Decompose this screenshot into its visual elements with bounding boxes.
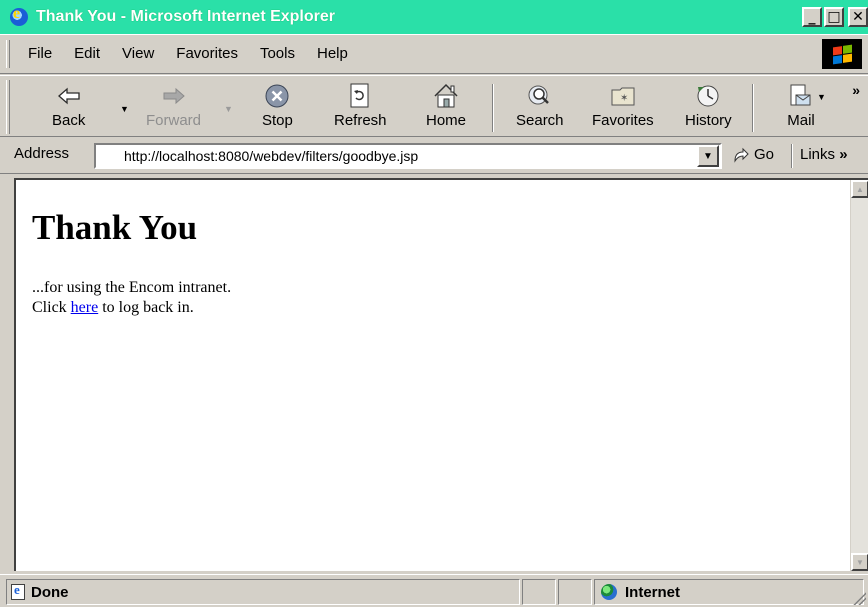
go-arrow-icon — [734, 147, 749, 163]
menu-view[interactable]: View — [111, 45, 165, 62]
refresh-button[interactable]: Refresh — [334, 82, 387, 134]
close-icon: ✕ — [852, 9, 864, 25]
back-dropdown-icon[interactable]: ▼ — [120, 104, 129, 114]
resize-grip[interactable] — [852, 591, 866, 605]
address-dropdown-button[interactable]: ▼ — [697, 145, 719, 167]
menu-tools[interactable]: Tools — [249, 45, 306, 62]
favorites-button[interactable]: ✶ Favorites — [592, 82, 654, 134]
favorites-icon: ✶ — [608, 82, 638, 110]
links-button[interactable]: Links » — [800, 146, 848, 163]
maximize-icon: □ — [827, 9, 841, 25]
search-icon — [525, 82, 555, 110]
window-title: Thank You - Microsoft Internet Explorer — [36, 8, 335, 25]
scroll-down-button[interactable]: ▼ — [851, 553, 868, 571]
windows-flag-icon — [832, 44, 852, 64]
stop-button[interactable]: Stop — [262, 82, 293, 134]
toolbar-overflow-chevron[interactable]: » — [852, 82, 860, 98]
forward-dropdown-icon[interactable]: ▼ — [224, 104, 233, 114]
login-text-after: to log back in. — [98, 299, 194, 316]
status-bar: Done Internet — [0, 574, 868, 607]
menu-bar: File Edit View Favorites Tools Help — [0, 34, 868, 74]
menu-edit[interactable]: Edit — [63, 45, 111, 62]
mail-button[interactable]: Mail — [786, 82, 816, 134]
address-bar: Address http://localhost:8080/webdev/fil… — [0, 138, 868, 174]
menu-file[interactable]: File — [10, 45, 63, 62]
mail-icon — [786, 82, 816, 110]
page-icon — [11, 582, 25, 600]
globe-icon — [601, 584, 617, 600]
status-text: Done — [31, 583, 69, 601]
address-label: Address — [14, 145, 70, 162]
window-controls: _ □ ✕ — [802, 7, 868, 27]
status-pane-blank — [558, 579, 592, 605]
minimize-icon: _ — [808, 9, 816, 25]
status-text-pane: Done — [6, 579, 520, 605]
search-button[interactable]: Search — [516, 82, 564, 134]
maximize-button[interactable]: □ — [824, 7, 844, 27]
back-label: Back — [52, 112, 86, 129]
browser-viewport: Thank You ...for using the Encom intrane… — [14, 178, 868, 571]
security-zone: Internet — [625, 583, 681, 601]
home-icon — [431, 82, 461, 110]
title-bar[interactable]: Thank You - Microsoft Internet Explorer … — [0, 0, 868, 34]
forward-label: Forward — [146, 112, 202, 129]
forward-arrow-icon — [159, 82, 189, 110]
chevron-down-icon: ▼ — [703, 150, 713, 162]
scroll-up-icon: ▲ — [856, 184, 864, 194]
back-button[interactable]: Back — [52, 82, 85, 134]
links-overflow-chevron: » — [839, 146, 848, 163]
refresh-icon — [345, 82, 375, 110]
mail-label: Mail — [787, 112, 815, 129]
ie-logo-icon[interactable] — [10, 5, 28, 26]
login-link[interactable]: here — [71, 299, 99, 316]
scroll-down-icon: ▼ — [856, 557, 864, 567]
home-button[interactable]: Home — [426, 82, 466, 134]
security-zone-pane[interactable]: Internet — [594, 579, 864, 605]
address-input[interactable]: http://localhost:8080/webdev/filters/goo… — [94, 143, 722, 169]
page-heading: Thank You — [32, 208, 198, 247]
links-separator — [791, 144, 793, 168]
history-button[interactable]: History — [685, 82, 732, 134]
svg-text:✶: ✶ — [620, 93, 628, 104]
toolbar-separator — [492, 84, 494, 132]
go-button[interactable]: Go — [732, 146, 774, 163]
links-label: Links — [800, 146, 836, 163]
close-button[interactable]: ✕ — [848, 7, 868, 27]
login-line: Click here to log back in. — [32, 298, 868, 318]
address-url: http://localhost:8080/webdev/filters/goo… — [124, 148, 419, 164]
go-label: Go — [754, 146, 775, 163]
toolbar-grip[interactable] — [6, 80, 10, 134]
vertical-scrollbar[interactable]: ▲ ▼ — [850, 180, 868, 571]
history-icon — [693, 82, 723, 110]
back-arrow-icon — [54, 82, 84, 110]
scroll-up-button[interactable]: ▲ — [851, 180, 868, 198]
refresh-label: Refresh — [334, 112, 387, 129]
mail-dropdown-icon[interactable]: ▼ — [817, 92, 826, 102]
forward-button[interactable]: Forward — [146, 82, 201, 134]
menu-favorites[interactable]: Favorites — [165, 45, 249, 62]
minimize-button[interactable]: _ — [802, 7, 822, 27]
status-pane-blank — [522, 579, 556, 605]
menu-help[interactable]: Help — [306, 45, 359, 62]
windows-throbber — [822, 39, 862, 69]
home-label: Home — [426, 112, 467, 129]
stop-icon — [262, 82, 292, 110]
toolbar-separator — [752, 84, 754, 132]
thanks-line: ...for using the Encom intranet. — [32, 279, 232, 296]
standard-toolbar: Back ▼ Forward ▼ Stop Refresh Home Searc… — [0, 75, 868, 137]
login-text-before: Click — [32, 299, 71, 316]
favorites-label: Favorites — [592, 112, 654, 129]
stop-label: Stop — [262, 112, 293, 129]
search-label: Search — [516, 112, 564, 129]
history-label: History — [685, 112, 732, 129]
page-content: Thank You ...for using the Encom intrane… — [16, 180, 868, 318]
